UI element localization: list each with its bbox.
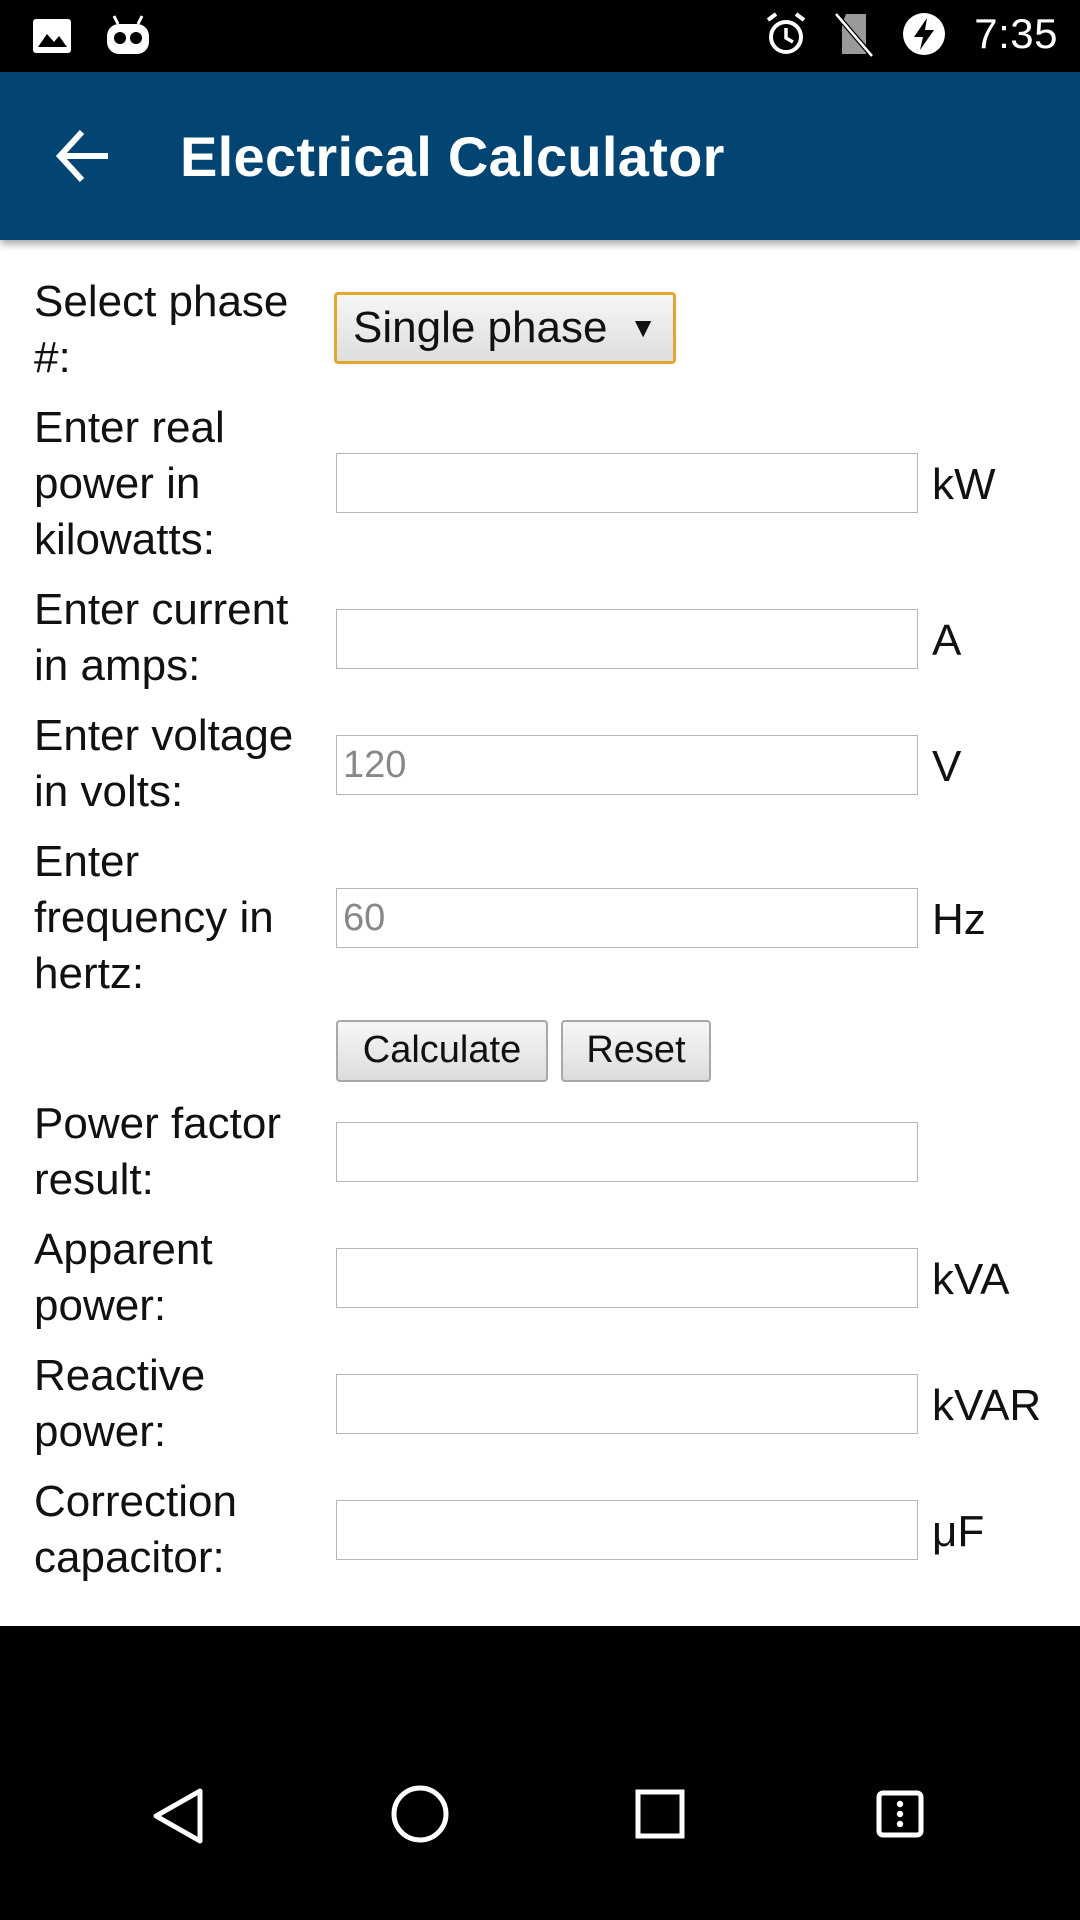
current-input[interactable] (336, 609, 918, 669)
alarm-icon (767, 12, 806, 54)
frequency-label: Enter frequency in hertz: (34, 837, 274, 998)
image-icon (33, 19, 71, 53)
apparent-power-label: Apparent power: (34, 1225, 213, 1330)
recents-square-icon[interactable] (634, 1788, 686, 1840)
frequency-input[interactable] (336, 888, 918, 948)
power-factor-label: Power factor result: (34, 1099, 281, 1204)
power-factor-output[interactable] (336, 1122, 918, 1182)
reset-button[interactable]: Reset (561, 1020, 711, 1082)
apparent-power-output[interactable] (336, 1248, 918, 1308)
reactive-power-unit: kVAR (932, 1381, 1042, 1430)
status-bar: 7:35 (0, 0, 1080, 72)
android-robot-icon (107, 15, 149, 54)
phase-select[interactable]: Single phase ▼ (334, 292, 676, 364)
reactive-power-output[interactable] (336, 1374, 918, 1434)
back-triangle-icon[interactable] (150, 1786, 206, 1846)
current-label: Enter current in amps: (34, 585, 289, 690)
home-circle-icon[interactable] (390, 1784, 450, 1844)
voltage-unit: V (932, 742, 962, 791)
real-power-input[interactable] (336, 453, 918, 513)
phase-label: Select phase #: (34, 277, 289, 382)
page-title: Electrical Calculator (180, 125, 725, 188)
dropdown-caret-icon: ▼ (629, 312, 657, 343)
correction-capacitor-label: Correction capacitor: (34, 1477, 237, 1582)
apparent-power-unit: kVA (932, 1255, 1010, 1304)
calculate-button[interactable]: Calculate (336, 1020, 548, 1082)
calculator-form: Select phase #: Single phase ▼ Enter rea… (0, 240, 1080, 1626)
clock-time: 7:35 (974, 10, 1058, 57)
current-unit: A (932, 616, 962, 665)
correction-capacitor-output[interactable] (336, 1500, 918, 1560)
real-power-label: Enter real power in kilowatts: (34, 403, 225, 564)
battery-charging-icon (903, 13, 946, 55)
no-sim-icon (834, 12, 875, 58)
app-bar: Electrical Calculator (0, 72, 1080, 240)
menu-icon[interactable] (876, 1790, 924, 1838)
arrow-back-icon[interactable] (50, 124, 120, 188)
voltage-label: Enter voltage in volts: (34, 711, 294, 816)
correction-capacitor-unit: μF (932, 1507, 985, 1556)
reactive-power-label: Reactive power: (34, 1351, 206, 1456)
phase-select-value: Single phase (353, 303, 608, 352)
voltage-input[interactable] (336, 735, 918, 795)
frequency-unit: Hz (932, 895, 986, 944)
navigation-bar (0, 1626, 1080, 1920)
real-power-unit: kW (932, 460, 996, 509)
